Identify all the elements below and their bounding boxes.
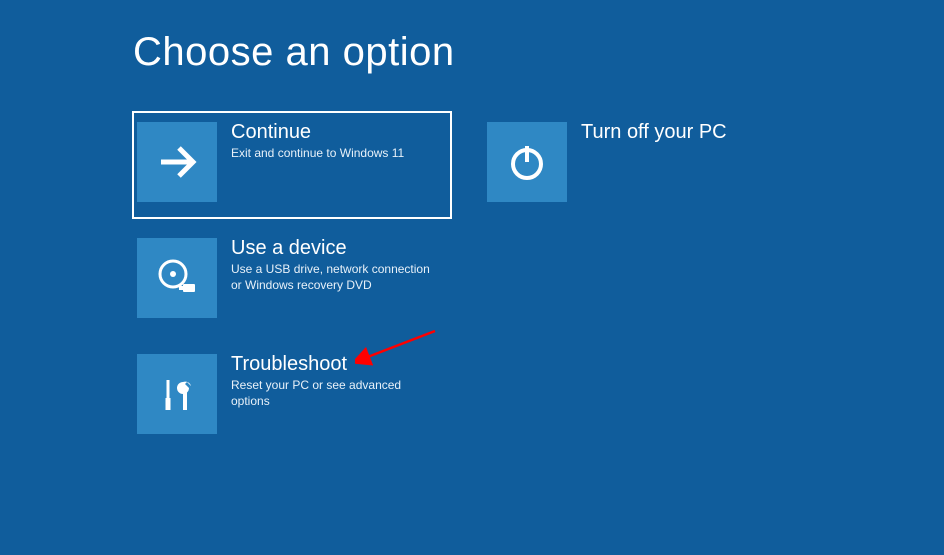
option-usedevice-text: Use a device Use a USB drive, network co… [231,236,441,293]
option-continue-text: Continue Exit and continue to Windows 11 [231,120,404,162]
option-continue[interactable]: Continue Exit and continue to Windows 11 [132,111,452,219]
option-troubleshoot[interactable]: Troubleshoot Reset your PC or see advanc… [132,343,452,451]
options-grid: Continue Exit and continue to Windows 11… [132,111,802,451]
page-title: Choose an option [133,30,455,75]
option-troubleshoot-text: Troubleshoot Reset your PC or see advanc… [231,352,441,409]
option-troubleshoot-title: Troubleshoot [231,352,441,376]
option-continue-desc: Exit and continue to Windows 11 [231,146,404,162]
option-usedevice-title: Use a device [231,236,441,260]
option-poweroff[interactable]: Turn off your PC [482,111,802,219]
arrow-right-icon [137,122,217,202]
option-continue-title: Continue [231,120,404,144]
option-poweroff-text: Turn off your PC [581,120,727,144]
option-troubleshoot-desc: Reset your PC or see advanced options [231,378,441,409]
option-usedevice-desc: Use a USB drive, network connection or W… [231,262,441,293]
option-usedevice[interactable]: Use a device Use a USB drive, network co… [132,227,452,335]
option-poweroff-title: Turn off your PC [581,120,727,144]
power-icon [487,122,567,202]
tools-icon [137,354,217,434]
disc-usb-icon [137,238,217,318]
